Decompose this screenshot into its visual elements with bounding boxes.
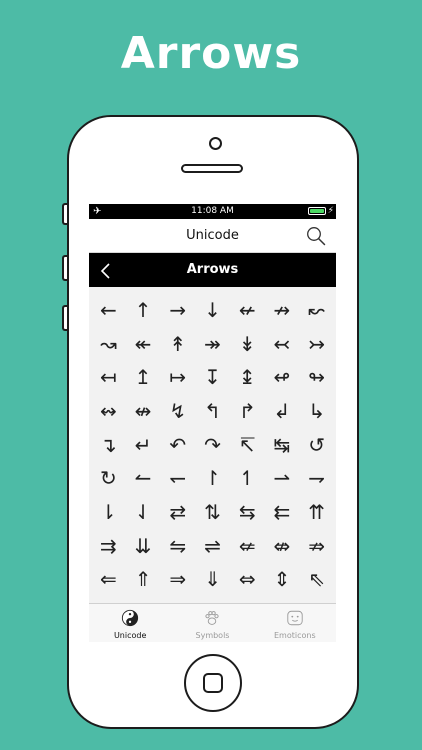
battery-icon xyxy=(308,207,326,215)
front-camera xyxy=(209,137,222,150)
arrow-cell[interactable]: ↨ xyxy=(230,360,265,394)
arrow-cell[interactable]: ↫ xyxy=(265,360,300,394)
arrow-cell[interactable]: ↼ xyxy=(126,461,161,495)
arrow-cell[interactable]: ↲ xyxy=(265,394,300,428)
emoticon-face-icon xyxy=(287,610,303,626)
arrow-cell[interactable]: ⇁ xyxy=(299,461,334,495)
arrow-cell[interactable]: ⇂ xyxy=(91,495,126,529)
arrow-cell[interactable]: ⇑ xyxy=(126,563,161,597)
status-bar: ✈ 11:08 AM ⚡ xyxy=(89,204,336,219)
tab-label: Symbols xyxy=(195,631,230,640)
arrow-cell[interactable]: ⇊ xyxy=(126,529,161,563)
arrow-grid: ← ↑ → ↓ ↚ ↛ ↜ ↝ ↞ ↟ ↠ ↡ ↢ ↣ ↤ ↥ ↦ ↧ ↨ ↫ ↬ ↭ ↮ ↯ ↰ ↱ ↲ ↳ ↴ ↵ ↶ ↷ ↸ ↹ ↺ ↻ ↼ ↽ ↾ ↿… xyxy=(91,293,334,596)
arrow-cell[interactable]: ⇖ xyxy=(299,563,334,597)
banner-title: Arrows xyxy=(120,28,302,79)
arrow-cell[interactable]: ↰ xyxy=(195,394,230,428)
arrow-cell[interactable]: ⇔ xyxy=(230,563,265,597)
arrow-cell[interactable]: ↠ xyxy=(195,327,230,361)
arrow-cell[interactable]: ↮ xyxy=(126,394,161,428)
arrow-cell[interactable]: ↑ xyxy=(126,293,161,327)
arrow-cell[interactable]: ↺ xyxy=(299,428,334,462)
category-header: Arrows xyxy=(89,253,336,287)
arrow-cell[interactable]: ↹ xyxy=(265,428,300,462)
arrow-cell[interactable]: ⇇ xyxy=(265,495,300,529)
tab-symbols[interactable]: Symbols xyxy=(171,604,253,642)
arrow-cell[interactable]: ↦ xyxy=(160,360,195,394)
arrow-cell[interactable]: ↢ xyxy=(265,327,300,361)
search-icon[interactable] xyxy=(306,226,326,246)
yin-yang-icon xyxy=(122,609,139,627)
arrow-cell[interactable]: → xyxy=(160,293,195,327)
tab-unicode[interactable]: Unicode xyxy=(89,604,171,642)
arrow-cell[interactable]: ⇅ xyxy=(195,495,230,529)
earpiece-speaker xyxy=(181,164,243,173)
arrow-cell[interactable]: ↡ xyxy=(230,327,265,361)
arrow-cell[interactable]: ⇒ xyxy=(160,563,195,597)
arrow-cell[interactable]: ⇍ xyxy=(230,529,265,563)
arrow-cell[interactable]: ↽ xyxy=(160,461,195,495)
category-title: Arrows xyxy=(186,262,239,277)
arrow-cell[interactable]: ↞ xyxy=(126,327,161,361)
arrow-cell[interactable]: ⇓ xyxy=(195,563,230,597)
arrow-cell[interactable]: ⇐ xyxy=(91,563,126,597)
app-screen: ✈ 11:08 AM ⚡ Unicode Arrows ← ↑ → ↓ ↚ ↛ ↜ ↝ ↞ ↟ ↠ ↡… xyxy=(89,204,336,642)
arrow-cell[interactable]: ↚ xyxy=(230,293,265,327)
paw-icon xyxy=(205,611,220,625)
arrow-cell[interactable]: ⇎ xyxy=(265,529,300,563)
nav-bar: Unicode xyxy=(89,219,336,253)
charging-icon: ⚡ xyxy=(327,206,334,216)
arrow-cell[interactable]: ↤ xyxy=(91,360,126,394)
arrow-cell[interactable]: ⇋ xyxy=(160,529,195,563)
arrow-cell[interactable]: ↣ xyxy=(299,327,334,361)
home-button xyxy=(184,654,242,712)
arrow-cell[interactable]: ↛ xyxy=(265,293,300,327)
arrow-cell[interactable]: ⇀ xyxy=(265,461,300,495)
arrow-cell[interactable]: ↳ xyxy=(299,394,334,428)
arrow-cell[interactable]: ↓ xyxy=(195,293,230,327)
arrow-cell[interactable]: ↱ xyxy=(230,394,265,428)
arrow-cell[interactable]: ⇌ xyxy=(195,529,230,563)
arrow-cell[interactable]: ↬ xyxy=(299,360,334,394)
arrow-cell[interactable]: ⇆ xyxy=(230,495,265,529)
tab-label: Emoticons xyxy=(274,631,316,640)
arrow-cell[interactable]: ↾ xyxy=(195,461,230,495)
arrow-cell[interactable]: ⇕ xyxy=(265,563,300,597)
arrow-cell[interactable]: ↵ xyxy=(126,428,161,462)
arrow-cell[interactable]: ↟ xyxy=(160,327,195,361)
arrow-cell[interactable]: ↻ xyxy=(91,461,126,495)
arrow-cell[interactable]: ↴ xyxy=(91,428,126,462)
arrow-cell[interactable]: ↥ xyxy=(126,360,161,394)
arrow-cell[interactable]: ⇈ xyxy=(299,495,334,529)
arrow-cell[interactable]: ↸ xyxy=(230,428,265,462)
arrow-cell[interactable]: ↝ xyxy=(91,327,126,361)
arrow-cell[interactable]: ↶ xyxy=(160,428,195,462)
arrow-cell[interactable]: ↯ xyxy=(160,394,195,428)
tab-bar: Unicode Symbols Emoticons xyxy=(89,603,336,642)
arrow-cell[interactable]: ⇏ xyxy=(299,529,334,563)
nav-title: Unicode xyxy=(186,228,239,243)
arrow-cell[interactable]: ⇉ xyxy=(91,529,126,563)
arrow-cell[interactable]: ⇃ xyxy=(126,495,161,529)
arrow-cell[interactable]: ← xyxy=(91,293,126,327)
tab-label: Unicode xyxy=(113,631,147,640)
arrow-cell[interactable]: ↧ xyxy=(195,360,230,394)
arrow-cell[interactable]: ↿ xyxy=(230,461,265,495)
arrow-cell[interactable]: ↭ xyxy=(91,394,126,428)
tab-emoticons[interactable]: Emoticons xyxy=(254,604,336,642)
arrow-cell[interactable]: ↜ xyxy=(299,293,334,327)
arrow-cell[interactable]: ⇄ xyxy=(160,495,195,529)
status-time: 11:08 AM xyxy=(191,206,234,216)
arrow-cell[interactable]: ↷ xyxy=(195,428,230,462)
